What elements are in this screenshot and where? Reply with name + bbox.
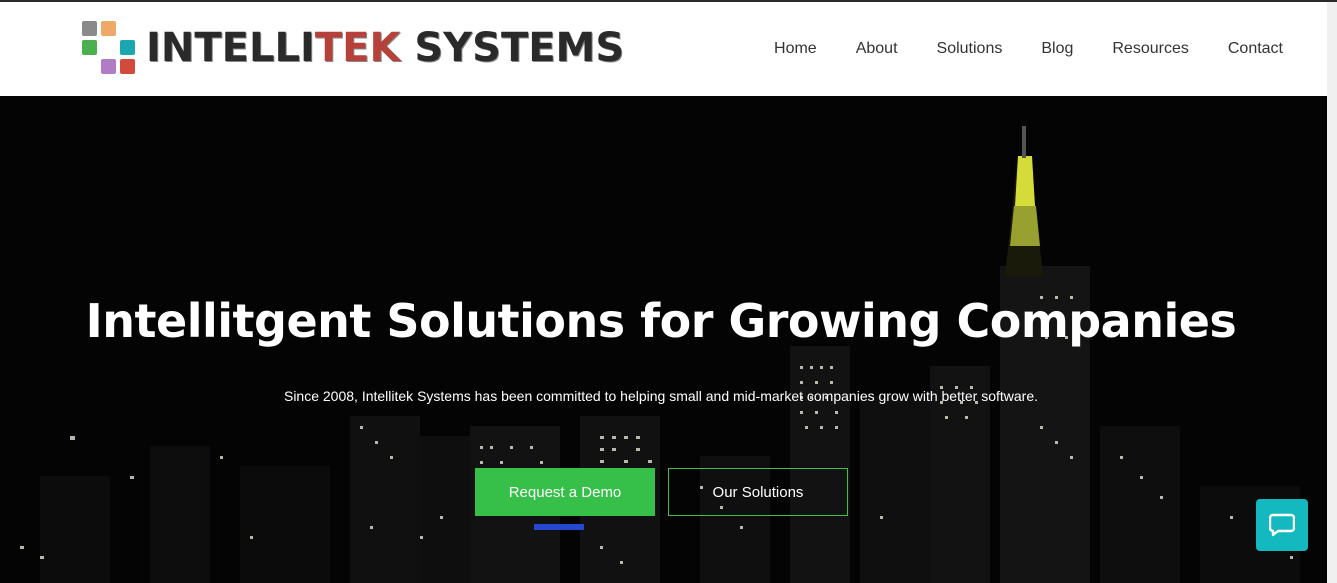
- nav-item-resources[interactable]: Resources: [1112, 40, 1188, 58]
- logo-mark-icon: [80, 19, 138, 77]
- hero-section: Intellitgent Solutions for Growing Compa…: [0, 96, 1327, 583]
- hero-title: Intellitgent Solutions for Growing Compa…: [85, 294, 1237, 348]
- chat-bubble-icon: [1269, 513, 1295, 537]
- chat-button[interactable]: [1256, 499, 1308, 551]
- logo-text-tek: TEK: [314, 25, 401, 71]
- hero-subtitle: Since 2008, Intellitek Systems has been …: [283, 388, 1039, 404]
- nav-item-home[interactable]: Home: [774, 40, 817, 58]
- nav-item-contact[interactable]: Contact: [1228, 40, 1283, 58]
- logo-text-systems: SYSTEMS: [400, 25, 625, 71]
- logo-text: INTELLITEK SYSTEMS: [146, 25, 624, 71]
- request-demo-button[interactable]: Request a Demo: [475, 468, 655, 516]
- logo[interactable]: INTELLITEK SYSTEMS: [80, 18, 624, 78]
- nav-item-blog[interactable]: Blog: [1041, 40, 1073, 58]
- site-header: INTELLITEK SYSTEMS Home About Solutions …: [0, 2, 1327, 96]
- main-nav: Home About Solutions Blog Resources Cont…: [735, 2, 1283, 96]
- nav-item-about[interactable]: About: [856, 40, 898, 58]
- our-solutions-button[interactable]: Our Solutions: [668, 468, 848, 516]
- page-scrollbar[interactable]: [1327, 2, 1337, 583]
- nav-item-solutions[interactable]: Solutions: [937, 40, 1003, 58]
- logo-text-intelli: INTELLI: [146, 25, 315, 71]
